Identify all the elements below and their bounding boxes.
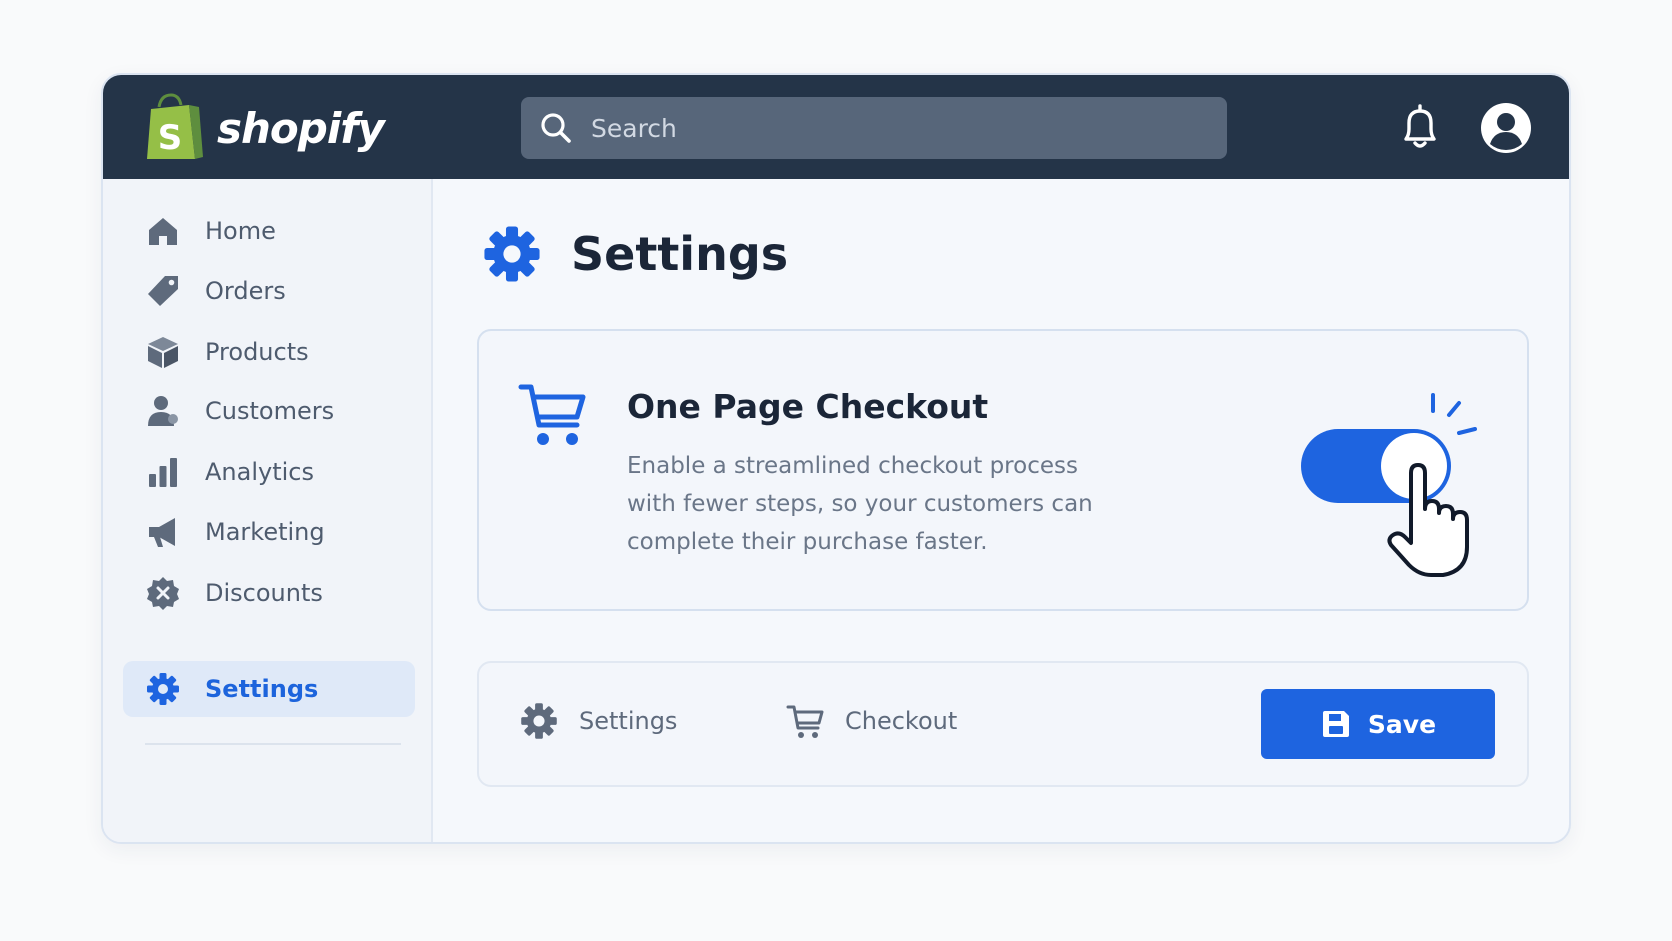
pointer-hand-icon: [1387, 463, 1469, 577]
search-bar[interactable]: [521, 97, 1227, 159]
main-content: Settings One Page Checkout Enable a stre…: [435, 179, 1569, 842]
feature-description: Enable a streamlined checkout process wi…: [627, 453, 1093, 555]
gear-icon: [484, 226, 540, 282]
person-icon: [145, 393, 181, 429]
sidebar-item-orders[interactable]: Orders: [123, 263, 415, 319]
cart-icon: [518, 384, 586, 445]
search-input[interactable]: [591, 113, 1191, 143]
sidebar-item-label: Customers: [205, 397, 335, 425]
top-bar: S shopify: [103, 75, 1569, 179]
sidebar-divider: [145, 743, 401, 745]
crumb-label: Checkout: [845, 707, 958, 735]
sidebar-item-label: Settings: [205, 675, 319, 703]
user-avatar-icon[interactable]: [1480, 102, 1532, 154]
floppy-disk-icon: [1322, 711, 1349, 737]
tag-icon: [145, 273, 181, 309]
bar-chart-icon: [145, 454, 181, 490]
sidebar-item-label: Discounts: [205, 579, 323, 607]
sidebar-item-marketing[interactable]: Marketing: [123, 504, 415, 560]
sidebar-item-label: Products: [205, 338, 309, 366]
sidebar-item-discounts[interactable]: Discounts: [123, 565, 415, 621]
sidebar-nav: Home Orders Products Customers Analytics: [103, 179, 433, 842]
save-button[interactable]: Save: [1261, 689, 1495, 759]
sidebar-item-label: Marketing: [205, 518, 325, 546]
sidebar-item-label: Orders: [205, 277, 286, 305]
click-sparkle-icon: [1431, 393, 1477, 435]
brand-name: shopify: [217, 103, 385, 153]
sidebar-item-products[interactable]: Products: [123, 324, 415, 380]
gear-icon: [521, 703, 557, 739]
crumb-settings[interactable]: Settings: [519, 701, 677, 741]
sidebar-item-label: Analytics: [205, 458, 314, 486]
svg-text:S: S: [158, 118, 183, 158]
sidebar-item-customers[interactable]: Customers: [123, 383, 415, 439]
gear-icon: [145, 671, 181, 707]
box-icon: [145, 334, 181, 370]
discount-badge-icon: [145, 575, 181, 611]
page-header: Settings: [481, 223, 788, 285]
shopping-bag-logo-icon: S: [147, 93, 203, 159]
one-page-checkout-card: One Page Checkout Enable a streamlined c…: [477, 329, 1529, 611]
crumb-checkout[interactable]: Checkout: [785, 701, 957, 741]
shopify-logo[interactable]: S shopify: [145, 93, 385, 163]
page-title: Settings: [571, 227, 789, 281]
megaphone-icon: [145, 514, 181, 550]
sidebar-item-settings[interactable]: Settings: [123, 661, 415, 717]
admin-window: S shopify Home: [101, 73, 1571, 844]
sidebar-item-home[interactable]: Home: [123, 203, 415, 259]
search-icon: [541, 113, 571, 143]
crumb-label: Settings: [579, 707, 678, 735]
feature-title: One Page Checkout: [627, 387, 989, 426]
save-button-label: Save: [1367, 709, 1437, 739]
bell-icon[interactable]: [1397, 103, 1443, 151]
sidebar-item-analytics[interactable]: Analytics: [123, 444, 415, 500]
bottom-action-bar: Settings Checkout Save: [477, 661, 1529, 787]
cart-icon: [786, 705, 824, 738]
sidebar-item-label: Home: [205, 217, 276, 245]
home-icon: [145, 213, 181, 249]
